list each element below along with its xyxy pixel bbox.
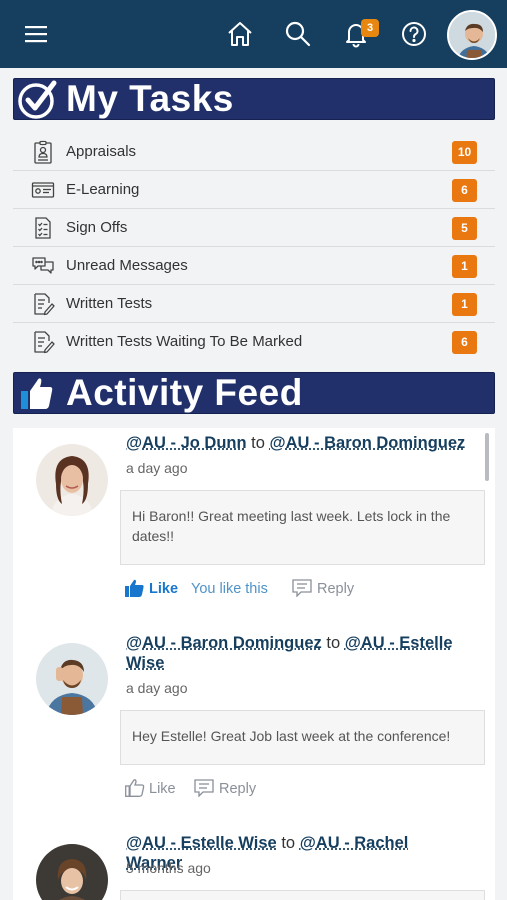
feed-post: @AU - Estelle Wise to @AU - Rachel Warne… (13, 828, 495, 900)
comment-icon (194, 779, 214, 797)
activity-feed-banner: Activity Feed (13, 372, 495, 414)
user-avatar[interactable] (447, 10, 497, 60)
post-author-link[interactable]: @AU - Jo Dunn (126, 434, 247, 452)
top-bar: 3 (0, 0, 507, 68)
post-timestamp: a day ago (126, 680, 188, 696)
document-pen-icon (34, 331, 55, 354)
task-item-written-tests-waiting[interactable]: Written Tests Waiting To Be Marked 6 (13, 323, 495, 361)
task-label: Written Tests Waiting To Be Marked (66, 333, 303, 350)
task-item-written-tests[interactable]: Written Tests 1 (13, 285, 495, 323)
task-item-sign-offs[interactable]: Sign Offs 5 (13, 209, 495, 247)
post-timestamp: 5 months ago (126, 860, 211, 876)
task-item-e-learning[interactable]: E-Learning 6 (13, 171, 495, 209)
notification-count-badge: 3 (361, 19, 379, 37)
id-card-icon (31, 182, 55, 198)
task-count-badge: 10 (452, 141, 477, 164)
hamburger-icon[interactable] (20, 18, 52, 50)
task-list: Appraisals 10 E-Learning 6 Sign Offs 5 U… (13, 133, 495, 361)
like-label: Like (149, 781, 176, 797)
post-connector: to (281, 834, 296, 852)
document-pen-icon (34, 293, 55, 316)
you-like-label: You like this (191, 581, 268, 597)
comment-icon (292, 579, 312, 597)
post-recipient-link[interactable]: @AU - Baron Dominguez (270, 434, 466, 452)
checkmark-circle-icon (18, 80, 57, 119)
post-message: Hey Estelle! Great Job last week at the … (120, 710, 485, 765)
thumbs-up-icon (21, 378, 53, 409)
activity-feed-title: Activity Feed (66, 372, 303, 413)
task-count-badge: 6 (452, 179, 477, 202)
post-author-avatar[interactable] (36, 444, 108, 516)
task-count-badge: 5 (452, 217, 477, 240)
activity-feed: @AU - Jo Dunn to @AU - Baron Dominguez a… (13, 428, 495, 900)
help-icon[interactable] (398, 18, 430, 50)
post-header: @AU - Jo Dunn to @AU - Baron Dominguez (126, 433, 466, 453)
thumbs-up-filled-icon (125, 579, 144, 597)
task-label: E-Learning (66, 181, 140, 198)
post-author-avatar[interactable] (36, 643, 108, 715)
chat-bubbles-icon (32, 257, 54, 274)
feed-post: @AU - Jo Dunn to @AU - Baron Dominguez a… (13, 428, 495, 628)
task-count-badge: 1 (452, 293, 477, 316)
post-author-avatar[interactable] (36, 844, 108, 900)
feed-post: @AU - Baron Dominguez to @AU - Estelle W… (13, 628, 495, 838)
my-tasks-banner: My Tasks (13, 78, 495, 120)
post-message (120, 890, 485, 900)
task-label: Appraisals (66, 143, 137, 160)
post-message: Hi Baron!! Great meeting last week. Lets… (120, 490, 485, 565)
task-count-badge: 1 (452, 255, 477, 278)
task-item-appraisals[interactable]: Appraisals 10 (13, 133, 495, 171)
task-label: Sign Offs (66, 219, 128, 236)
search-icon[interactable] (282, 18, 314, 50)
home-icon[interactable] (224, 18, 256, 50)
my-tasks-title: My Tasks (66, 78, 234, 119)
feed-scrollbar[interactable] (485, 433, 489, 481)
task-label: Written Tests (66, 295, 153, 312)
clipboard-user-icon (34, 140, 52, 164)
like-label: Like (149, 581, 179, 597)
post-header: @AU - Baron Dominguez to @AU - Estelle W… (126, 633, 466, 673)
post-timestamp: a day ago (126, 460, 188, 476)
thumbs-up-outline-icon (125, 779, 145, 797)
task-count-badge: 6 (452, 331, 477, 354)
task-item-unread-messages[interactable]: Unread Messages 1 (13, 247, 495, 285)
post-author-link[interactable]: @AU - Baron Dominguez (126, 634, 322, 652)
post-author-link[interactable]: @AU - Estelle Wise (126, 834, 277, 852)
post-connector: to (326, 634, 341, 652)
task-label: Unread Messages (66, 257, 188, 274)
reply-label: Reply (219, 781, 257, 797)
reply-label: Reply (317, 581, 355, 597)
post-connector: to (251, 434, 265, 452)
checklist-icon (35, 217, 51, 239)
